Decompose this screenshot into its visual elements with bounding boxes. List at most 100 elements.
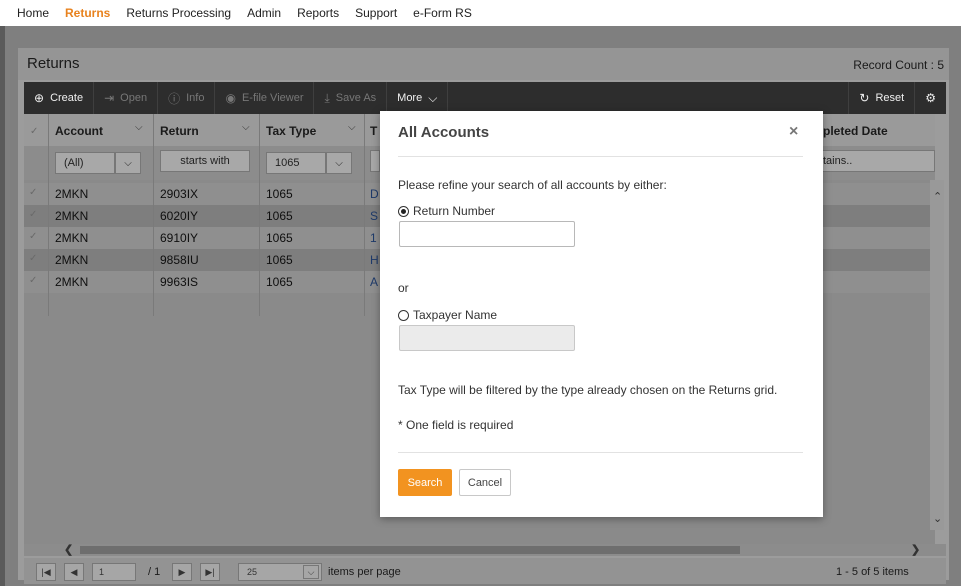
nav-returns-processing[interactable]: Returns Processing — [118, 6, 239, 20]
settings-button[interactable]: ⚙ — [914, 82, 946, 114]
scroll-down-icon[interactable]: ⌄ — [933, 512, 942, 525]
row-checkbox[interactable]: ✓ — [29, 187, 37, 198]
nav-admin[interactable]: Admin — [239, 6, 289, 20]
tax-type-note: Tax Type will be filtered by the type al… — [398, 383, 778, 397]
completed-date-filter-input[interactable]: tains.. — [823, 150, 935, 172]
info-icon: ⓘ — [168, 91, 181, 106]
info-button[interactable]: ⓘ Info — [158, 82, 216, 114]
save-as-button[interactable]: ⤓ Save As — [314, 82, 388, 114]
download-icon: ⤓ — [324, 90, 330, 105]
dialog-footer-divider — [398, 452, 803, 453]
row-checkbox[interactable]: ✓ — [29, 209, 37, 220]
tax-type-filter-dropdown-icon[interactable]: ⌵ — [326, 152, 352, 174]
eye-icon: ◉ — [225, 91, 236, 105]
taxpayer-name-label: Taxpayer Name — [413, 308, 498, 322]
nav-reports[interactable]: Reports — [289, 6, 347, 20]
cell-return: 6020IY — [160, 209, 199, 223]
search-button[interactable]: Search — [398, 469, 452, 496]
tax-type-sort-chevron-icon[interactable]: ⌵ — [348, 122, 356, 133]
return-number-radio[interactable]: Return Number — [398, 204, 495, 218]
scroll-up-icon[interactable]: ⌃ — [933, 190, 942, 203]
create-label: Create — [50, 92, 84, 104]
cell-t-link[interactable]: H — [370, 253, 379, 267]
page-size-dropdown-icon[interactable]: ⌵ — [303, 565, 319, 579]
account-sort-chevron-icon[interactable]: ⌵ — [135, 122, 143, 133]
horizontal-scroll-thumb[interactable] — [80, 546, 740, 554]
cell-return: 6910IY — [160, 231, 199, 245]
column-divider — [153, 114, 154, 316]
return-filter-input[interactable]: starts with — [160, 150, 250, 172]
refresh-icon: ↻ — [859, 91, 870, 105]
cell-account: 2MKN — [55, 209, 89, 223]
dialog-title: All Accounts — [398, 124, 490, 141]
account-filter-dropdown-icon[interactable]: ⌵ — [115, 152, 141, 174]
open-button[interactable]: ⇥ Open — [94, 82, 159, 114]
pager — [24, 558, 946, 584]
panel-header — [18, 48, 949, 80]
next-page-icon[interactable]: ▶ — [172, 563, 192, 581]
items-summary: 1 - 5 of 5 items — [836, 566, 909, 578]
return-number-input[interactable] — [399, 221, 575, 247]
row-checkbox[interactable]: ✓ — [29, 275, 37, 286]
cell-t-link[interactable]: 1 — [370, 231, 377, 245]
create-button[interactable]: ⊕ Create — [24, 82, 95, 114]
taxpayer-name-radio[interactable]: Taxpayer Name — [398, 308, 497, 322]
cell-tax-type: 1065 — [266, 231, 293, 245]
radio-unselected-icon[interactable] — [398, 309, 409, 321]
nav-home[interactable]: Home — [9, 6, 57, 20]
account-filter-select[interactable]: (All) — [55, 152, 115, 174]
t-filter-input[interactable] — [370, 150, 380, 172]
nav-support[interactable]: Support — [347, 6, 405, 20]
reset-button[interactable]: ↻ Reset — [848, 82, 914, 114]
dialog-intro-text: Please refine your search of all account… — [398, 178, 667, 192]
nav-eform-rs[interactable]: e-Form RS — [405, 6, 480, 20]
cell-tax-type: 1065 — [266, 187, 293, 201]
cell-tax-type: 1065 — [266, 209, 293, 223]
page-number-input[interactable]: 1 — [92, 563, 136, 581]
grid-toolbar: ⊕ Create ⇥ Open ⓘ Info ◉ E-file Viewer ⤓… — [24, 82, 946, 114]
cell-t-link[interactable]: A — [370, 275, 378, 289]
cell-return: 9858IU — [160, 253, 199, 267]
select-all-checkbox[interactable]: ✓ — [30, 126, 38, 137]
reset-label: Reset — [875, 92, 905, 104]
radio-selected-icon[interactable] — [398, 205, 409, 217]
header-return[interactable]: Return — [160, 124, 199, 138]
cell-account: 2MKN — [55, 187, 89, 201]
required-note: * One field is required — [398, 418, 514, 432]
plus-circle-icon: ⊕ — [34, 91, 45, 105]
chevron-down-icon: ⌵ — [428, 90, 438, 105]
header-t-partial[interactable]: T — [370, 124, 377, 138]
record-count: Record Count : 5 — [853, 58, 944, 72]
cell-t-link[interactable]: D — [370, 187, 379, 201]
header-completed-date[interactable]: pleted Date — [823, 124, 888, 138]
cell-return: 9963IS — [160, 275, 199, 289]
more-button[interactable]: More ⌵ — [387, 82, 449, 114]
vertical-scrollbar[interactable] — [930, 180, 944, 530]
page-count-text: / 1 — [148, 566, 161, 578]
save-as-label: Save As — [335, 92, 377, 104]
first-page-icon[interactable]: |◀ — [36, 563, 56, 581]
taxpayer-name-input[interactable] — [399, 325, 575, 351]
row-checkbox[interactable]: ✓ — [29, 253, 37, 264]
last-page-icon[interactable]: ▶| — [200, 563, 220, 581]
items-per-page-label: items per page — [328, 566, 401, 578]
tax-type-filter-select[interactable]: 1065 — [266, 152, 326, 174]
row-checkbox[interactable]: ✓ — [29, 231, 37, 242]
return-sort-chevron-icon[interactable]: ⌵ — [242, 122, 250, 133]
panel-title: Returns — [27, 55, 80, 72]
nav-returns[interactable]: Returns — [57, 6, 118, 20]
scroll-left-icon[interactable]: ❮ — [64, 543, 73, 556]
close-icon[interactable]: × — [789, 123, 798, 141]
open-label: Open — [120, 92, 148, 104]
efile-viewer-button[interactable]: ◉ E-file Viewer — [215, 82, 315, 114]
cell-t-link[interactable]: S — [370, 209, 378, 223]
cell-tax-type: 1065 — [266, 253, 293, 267]
dialog-divider — [398, 156, 803, 157]
cancel-button[interactable]: Cancel — [459, 469, 511, 496]
column-divider — [48, 114, 49, 316]
header-account[interactable]: Account — [55, 124, 103, 138]
scroll-right-icon[interactable]: ❯ — [911, 543, 920, 556]
header-tax-type[interactable]: Tax Type — [266, 124, 316, 138]
previous-page-icon[interactable]: ◀ — [64, 563, 84, 581]
